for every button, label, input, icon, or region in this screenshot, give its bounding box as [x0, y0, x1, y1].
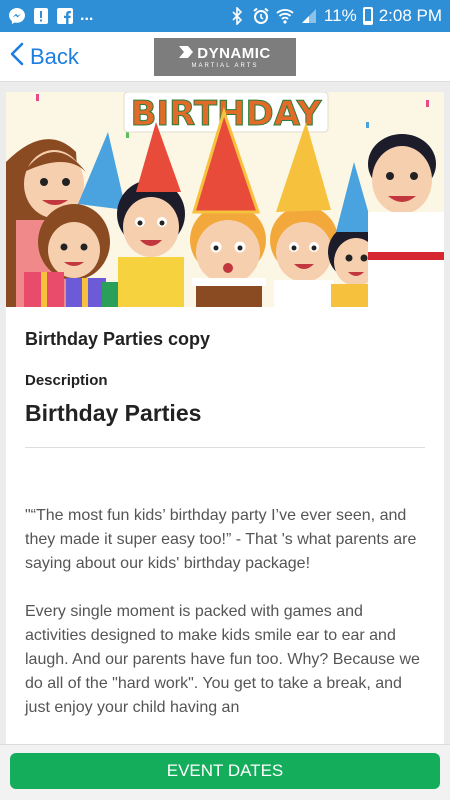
- battery-icon: [362, 7, 373, 25]
- brand-logo: DYNAMIC MARTIAL ARTS: [154, 38, 296, 76]
- navigation-bar: Back DYNAMIC MARTIAL ARTS: [0, 32, 450, 82]
- chevron-left-icon: [10, 42, 24, 72]
- description-paragraph: "“The most fun kids’ birthday party I’ve…: [25, 507, 417, 572]
- clock: 2:08 PM: [378, 6, 442, 25]
- bluetooth-icon: [228, 7, 246, 25]
- logo-wordmark: DYNAMIC: [197, 45, 271, 62]
- event-details: Birthday Parties copy Description Birthd…: [6, 307, 444, 720]
- wifi-icon: [276, 7, 294, 25]
- more-notifications: ...: [80, 7, 94, 24]
- description-paragraph: Every single moment is packed with games…: [25, 603, 420, 716]
- description-body: "“The most fun kids’ birthday party I’ve…: [25, 504, 425, 720]
- alert-icon: [32, 7, 50, 25]
- event-dates-button[interactable]: EVENT DATES: [10, 753, 440, 789]
- logo-mark-icon: [179, 45, 194, 62]
- status-bar: ... 11% 2:08 PM: [0, 0, 450, 32]
- signal-icon: [300, 7, 318, 25]
- facebook-icon: [56, 7, 74, 25]
- description-label: Description: [25, 372, 108, 389]
- description-heading: Birthday Parties: [25, 400, 202, 426]
- back-button[interactable]: Back: [0, 42, 79, 72]
- alarm-icon: [252, 7, 270, 25]
- event-title: Birthday Parties copy: [25, 329, 211, 349]
- divider: [25, 447, 425, 448]
- event-card: BIRTHDAY: [6, 92, 444, 752]
- hero-image: BIRTHDAY: [6, 92, 444, 307]
- back-label: Back: [30, 43, 79, 69]
- logo-tagline: MARTIAL ARTS: [191, 63, 259, 69]
- battery-percent: 11%: [323, 6, 357, 25]
- messenger-icon: [8, 7, 26, 25]
- bottom-bar: EVENT DATES: [0, 744, 450, 800]
